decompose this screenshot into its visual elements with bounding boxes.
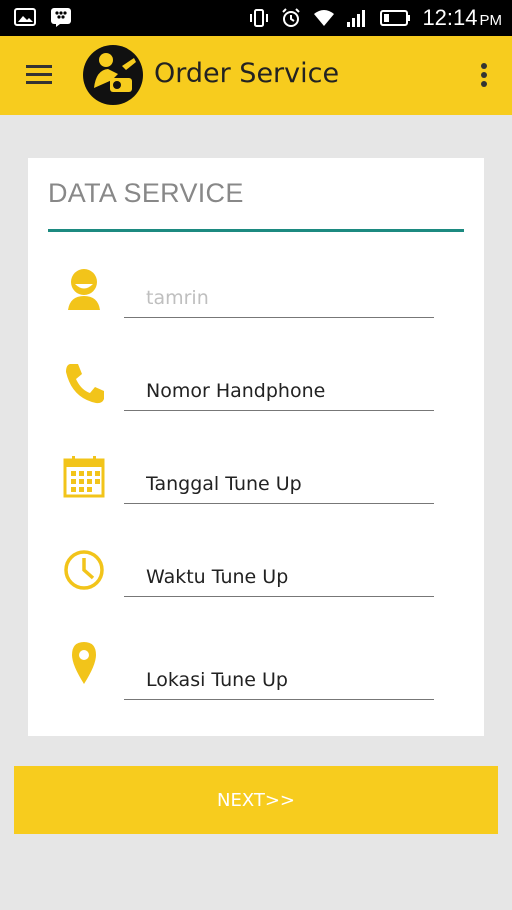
phone-icon [66, 364, 104, 404]
status-time-value: 12:14 [422, 5, 478, 30]
wifi-icon [314, 10, 335, 26]
name-field[interactable] [124, 278, 434, 318]
battery-icon [380, 10, 411, 26]
data-service-card: DATA SERVICE [28, 158, 484, 736]
more-vert-icon [481, 63, 487, 87]
tune-up-location-field[interactable] [124, 660, 434, 700]
gallery-icon [14, 8, 36, 26]
menu-button[interactable] [24, 61, 56, 89]
clock-icon [64, 550, 104, 590]
status-time: 12:14 PM [422, 5, 502, 31]
app-bar: Order Service [0, 36, 512, 115]
status-bar: 12:14 PM [0, 0, 512, 36]
vibrate-icon [250, 9, 269, 27]
status-system: 12:14 PM [248, 4, 502, 32]
hamburger-menu-icon [26, 65, 52, 84]
section-title: DATA SERVICE [48, 178, 244, 208]
app-logo [83, 45, 143, 105]
calendar-icon [63, 456, 105, 498]
tune-up-date-field[interactable] [124, 464, 434, 504]
tune-up-time-field[interactable] [124, 557, 434, 597]
page-title: Order Service [154, 58, 340, 89]
overflow-menu-button[interactable] [478, 62, 490, 92]
phone-number-field[interactable] [124, 371, 434, 411]
status-notifications [14, 7, 72, 27]
status-time-ampm: PM [479, 12, 503, 29]
alarm-icon [282, 8, 301, 27]
person-icon [68, 269, 100, 310]
location-pin-icon [72, 642, 96, 684]
next-button[interactable]: NEXT>> [14, 766, 498, 834]
signal-icon [347, 10, 366, 27]
bbm-icon [51, 8, 71, 27]
section-title-divider [48, 229, 464, 232]
